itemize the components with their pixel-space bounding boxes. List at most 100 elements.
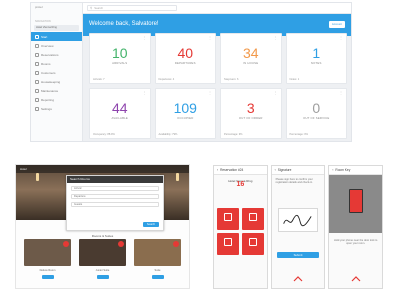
- sidebar-item-label: Overview: [41, 43, 54, 48]
- sidebar-item-label: Settings: [41, 106, 52, 111]
- stat-card[interactable]: ⋮ 44 AVAILABLE Occupancy: 88.9%: [89, 88, 151, 139]
- stat-value: 109: [173, 100, 197, 116]
- phone1-header: ‹ Reservation #24: [214, 166, 267, 175]
- sidebar-item-label: Reporting: [41, 97, 55, 102]
- phone3-title: Room Key: [335, 168, 351, 172]
- sidebar: protel NAVIGATION Hotel Vienna Ring Star…: [31, 3, 83, 141]
- sidebar-item[interactable]: Maintenance: [31, 86, 82, 95]
- sidebar-item-label: Start: [41, 34, 48, 39]
- stat-card[interactable]: ⋮ 40 DEPARTURES Departures: 4: [154, 33, 216, 84]
- stat-footer: Notes: 1: [289, 78, 300, 81]
- welcome-title: Welcome back, Salvatore!: [89, 21, 159, 27]
- key-illustration: [329, 175, 383, 233]
- sidebar-item-label: Rooms: [41, 61, 51, 66]
- search-input[interactable]: ⚲ Search: [87, 5, 177, 11]
- bed-icon: [248, 213, 257, 221]
- badge-icon: [173, 241, 179, 247]
- tile-services[interactable]: [241, 233, 264, 255]
- search-button[interactable]: Search: [143, 222, 159, 227]
- arrival-field[interactable]: Arrival: [71, 186, 159, 191]
- stat-label: NOTES: [310, 61, 322, 65]
- sidebar-item[interactable]: Settings: [31, 104, 82, 113]
- stat-card[interactable]: ⋮ 3 OUT OF ORDER Percentage: 3%: [220, 88, 282, 139]
- stat-card[interactable]: ⋮ 34 IN HOUSE Stayovers: 6: [220, 33, 282, 84]
- more-icon[interactable]: ⋮: [143, 90, 147, 95]
- stat-label: OUT OF ORDER: [238, 116, 263, 120]
- sidebar-item[interactable]: Customers: [31, 68, 82, 77]
- guests-field[interactable]: Guests: [71, 202, 159, 207]
- nav-icon: [35, 97, 39, 102]
- action-tiles: [217, 208, 264, 255]
- nav-icon: [35, 79, 39, 84]
- account-button[interactable]: Account: [328, 21, 345, 28]
- sidebar-item-label: Maintenance: [41, 88, 59, 93]
- tile-room[interactable]: [241, 208, 264, 230]
- nav-icon: [35, 61, 39, 66]
- stat-card[interactable]: ⋮ 10 ARRIVALS Arrivals: 7: [89, 33, 151, 84]
- bell-icon: [248, 238, 257, 246]
- stat-card[interactable]: ⋮ 0 OUT OF SERVICE Percentage: 0%: [285, 88, 347, 139]
- phone2-header: ‹ Signature: [271, 166, 325, 175]
- sidebar-item[interactable]: Rooms: [31, 59, 82, 68]
- stat-card[interactable]: ⋮ 1 NOTES Notes: 1: [285, 33, 347, 84]
- room-book-button[interactable]: [96, 275, 109, 279]
- lamp-light: [36, 173, 39, 181]
- phone-reservation: ‹ Reservation #24 Hotel Vienna Ring 16: [213, 165, 268, 289]
- brand-logo: protel: [31, 3, 82, 20]
- sidebar-item[interactable]: Reservations: [31, 50, 82, 59]
- room-book-button[interactable]: [151, 275, 164, 279]
- nav-icon: [35, 70, 39, 75]
- room-card[interactable]: Deluxe Room: [24, 239, 71, 283]
- stat-card[interactable]: ⋮ 109 OCCUPIED Availability: 79%: [154, 88, 216, 139]
- more-icon[interactable]: ⋮: [339, 35, 343, 40]
- room-card[interactable]: Suite: [134, 239, 181, 283]
- brand-sub: protel: [35, 5, 43, 9]
- more-icon[interactable]: ⋮: [339, 90, 343, 95]
- phone2-title: Signature: [277, 168, 292, 172]
- mobile-screenshots: ‹ Reservation #24 Hotel Vienna Ring 16 ‹…: [213, 165, 384, 289]
- signature-pad[interactable]: [277, 208, 319, 232]
- stat-value: 0: [312, 100, 321, 116]
- tile-info[interactable]: [217, 233, 239, 255]
- badge-icon: [63, 241, 69, 247]
- top-bar: ⚲ Search: [83, 3, 351, 14]
- back-icon[interactable]: ‹: [217, 168, 218, 172]
- submit-button[interactable]: Submit: [276, 252, 320, 258]
- nav-icon: [35, 52, 39, 57]
- room-card[interactable]: Junior Suite: [79, 239, 126, 283]
- sidebar-item-label: Housekeeping: [41, 79, 61, 84]
- nav-icon: [35, 88, 39, 93]
- protel-logo-icon: [351, 276, 361, 282]
- signature-stroke: [282, 214, 312, 227]
- stat-footer: Occupancy: 88.9%: [93, 133, 115, 136]
- stat-footer: Departures: 4: [158, 78, 175, 81]
- back-icon[interactable]: ‹: [275, 168, 276, 172]
- more-icon[interactable]: ⋮: [143, 35, 147, 40]
- nav-icon: [35, 34, 39, 39]
- stat-label: AVAILABLE: [111, 116, 128, 120]
- stat-value: 1: [312, 45, 321, 61]
- sidebar-item[interactable]: Reporting: [31, 95, 82, 104]
- section-title: Rooms & Suites: [91, 234, 114, 238]
- more-icon[interactable]: ⋮: [208, 35, 212, 40]
- more-icon[interactable]: ⋮: [274, 35, 278, 40]
- sidebar-item[interactable]: Housekeeping: [31, 77, 82, 86]
- room-book-button[interactable]: [41, 275, 54, 279]
- property-selector[interactable]: Hotel Vienna Ring: [34, 25, 79, 31]
- sidebar-item[interactable]: Start: [31, 32, 82, 41]
- departure-field[interactable]: Departure: [71, 194, 159, 199]
- phone-in-hand-icon: [348, 189, 363, 213]
- phone-key: ‹ Room Key Hold your phone near the door…: [328, 165, 384, 289]
- phone3-header: ‹ Room Key: [329, 166, 383, 175]
- sidebar-item-label: Reservations: [41, 52, 59, 57]
- date-block: 16: [214, 181, 267, 188]
- more-icon[interactable]: ⋮: [208, 90, 212, 95]
- tile-checkin[interactable]: [217, 208, 239, 230]
- sidebar-item[interactable]: Overview: [31, 41, 82, 50]
- stat-footer: Arrivals: 7: [93, 78, 105, 81]
- phone1-title: Reservation #24: [220, 168, 244, 172]
- stat-footer: Availability: 79%: [158, 133, 178, 136]
- more-icon[interactable]: ⋮: [274, 90, 278, 95]
- arrival-date: 16: [236, 181, 245, 188]
- back-icon[interactable]: ‹: [332, 168, 333, 172]
